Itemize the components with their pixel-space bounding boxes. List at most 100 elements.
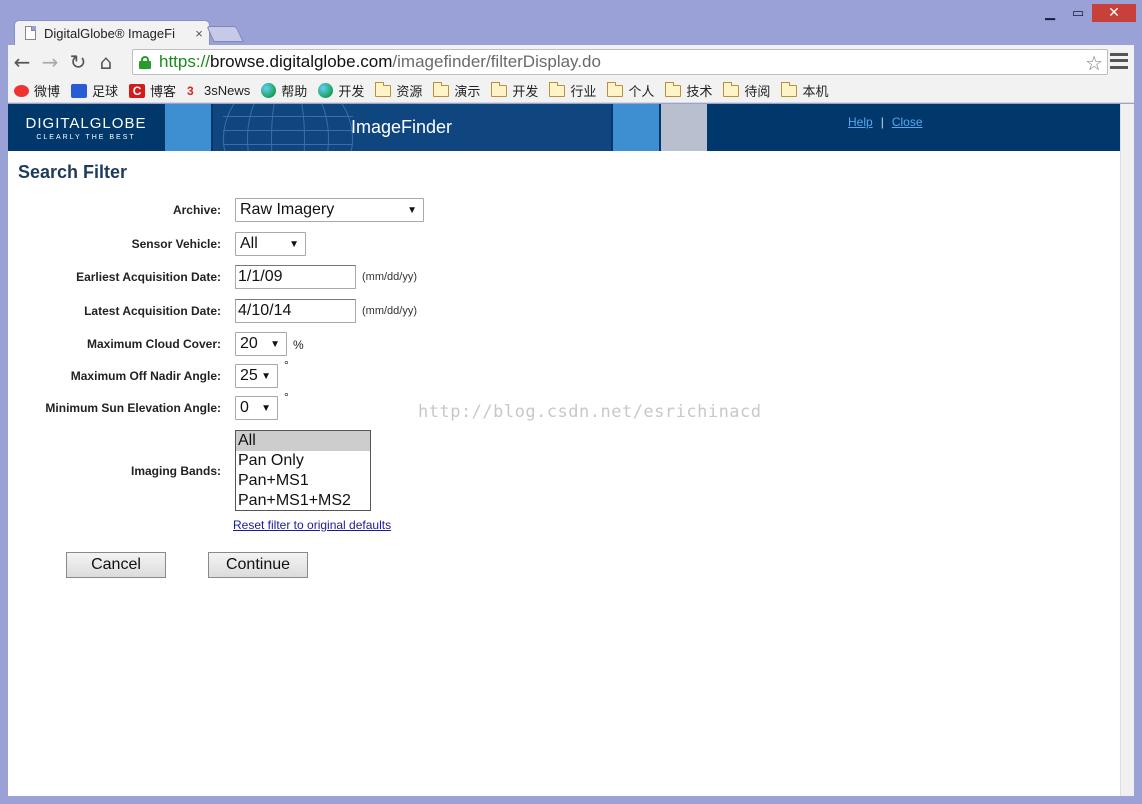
- sensor-select[interactable]: All ▼: [235, 232, 306, 256]
- imaging-bands-field: All Pan Only Pan+MS1 Pan+MS1+MS2: [235, 430, 371, 511]
- bookmark-label: 足球: [92, 84, 119, 99]
- link-separator: |: [880, 115, 884, 129]
- address-bar[interactable]: https://browse.digitalglobe.com/imagefin…: [132, 49, 1108, 75]
- bookmark-item[interactable]: 本机: [781, 81, 828, 100]
- help-link[interactable]: Help: [848, 115, 873, 129]
- bookmark-label: 3sNews: [204, 83, 251, 98]
- cloud-cover-label: Maximum Cloud Cover:: [86, 337, 221, 351]
- reload-icon[interactable]: ↻: [64, 48, 92, 76]
- dropdown-arrow-icon: ▼: [270, 339, 280, 350]
- close-link[interactable]: Close: [892, 115, 923, 129]
- bookmark-item[interactable]: 技术: [665, 81, 712, 100]
- home-icon[interactable]: ⌂: [92, 48, 120, 76]
- bookmark-label: 待阅: [744, 84, 771, 99]
- sun-elevation-select[interactable]: 0 ▼: [235, 396, 278, 420]
- sensor-value: All: [240, 235, 258, 252]
- paw-icon: [71, 83, 88, 98]
- folder-icon: [781, 81, 798, 97]
- folder-icon: [549, 81, 566, 97]
- archive-select[interactable]: Raw Imagery ▼: [235, 198, 424, 222]
- bookmark-item[interactable]: 3 3sNews: [187, 83, 250, 98]
- browser-toolbar: ← → ↻ ⌂ https://browse.digitalglobe.com /…: [8, 45, 1134, 79]
- off-nadir-row: Maximum Off Nadir Angle: 25 ▼ °: [8, 358, 1120, 388]
- bookmark-label: 个人: [628, 84, 655, 99]
- globe-icon: [318, 83, 334, 98]
- bookmark-item[interactable]: 演示: [433, 81, 480, 100]
- cloud-cover-select[interactable]: 20 ▼: [235, 332, 287, 356]
- c-icon: C: [129, 83, 146, 98]
- bookmark-item[interactable]: 待阅: [723, 81, 770, 100]
- latest-date-label: Latest Acquisition Date:: [84, 304, 221, 318]
- bookmark-item[interactable]: 足球: [71, 81, 118, 100]
- bookmark-item[interactable]: 资源: [375, 81, 422, 100]
- minimize-icon[interactable]: ▁: [1036, 4, 1064, 22]
- bookmark-item[interactable]: 帮助: [261, 81, 307, 100]
- bookmark-label: 本机: [802, 84, 829, 99]
- bookmark-label: 技术: [686, 84, 713, 99]
- app-title: ImageFinder: [351, 117, 453, 137]
- bookmark-item[interactable]: 微博: [14, 81, 60, 100]
- reset-filter-link[interactable]: Reset filter to original defaults: [233, 518, 391, 532]
- tab-close-icon[interactable]: ×: [189, 26, 209, 41]
- vertical-scrollbar[interactable]: [1120, 104, 1134, 796]
- archive-label: Archive:: [172, 203, 221, 217]
- bookmark-label: 开发: [512, 84, 539, 99]
- bookmark-star-icon[interactable]: ☆: [1085, 51, 1103, 76]
- off-nadir-select[interactable]: 25 ▼: [235, 364, 278, 388]
- site-banner: DIGITALGLOBE CLEARLY THE BEST ImageFinde…: [8, 104, 1120, 151]
- bookmark-item[interactable]: 开发: [318, 81, 364, 100]
- latest-date-row: Latest Acquisition Date: (mm/dd/yy): [8, 299, 1120, 323]
- 3s-icon: 3: [187, 83, 194, 98]
- back-arrow-icon[interactable]: ←: [8, 48, 36, 76]
- bookmark-item[interactable]: C 博客: [129, 81, 176, 100]
- cloud-cover-row: Maximum Cloud Cover: 20 ▼ %: [8, 332, 1120, 356]
- banner-title-panel: ImageFinder: [213, 104, 611, 151]
- folder-icon: [607, 81, 624, 97]
- continue-button[interactable]: Continue: [208, 552, 308, 578]
- page-title: Search Filter: [18, 162, 128, 182]
- bookmark-label: 资源: [396, 84, 423, 99]
- sun-elevation-label: Minimum Sun Elevation Angle:: [45, 401, 221, 415]
- earliest-date-row: Earliest Acquisition Date: (mm/dd/yy): [8, 265, 1120, 289]
- off-nadir-value: 25: [240, 367, 258, 384]
- window-controls: ▁ ▭ ✕: [1036, 4, 1136, 22]
- band-option[interactable]: Pan+MS1: [236, 471, 370, 491]
- digitalglobe-logo[interactable]: DIGITALGLOBE CLEARLY THE BEST: [8, 104, 164, 151]
- lock-icon: [139, 55, 151, 69]
- earliest-date-input[interactable]: [235, 265, 356, 289]
- page-icon: [25, 26, 36, 40]
- watermark-text: http://blog.csdn.net/esrichinacd: [418, 402, 762, 422]
- degree-unit: °: [284, 358, 289, 372]
- forward-arrow-icon[interactable]: →: [36, 48, 64, 76]
- bookmark-item[interactable]: 行业: [549, 81, 596, 100]
- weibo-icon: [14, 84, 29, 97]
- close-window-icon[interactable]: ✕: [1092, 4, 1136, 22]
- dropdown-arrow-icon: ▼: [407, 205, 417, 216]
- logo-text: DIGITALGLOBE: [25, 114, 147, 132]
- imaging-bands-listbox[interactable]: All Pan Only Pan+MS1 Pan+MS1+MS2: [235, 430, 371, 511]
- menu-icon[interactable]: [1110, 51, 1128, 71]
- bookmark-label: 行业: [570, 84, 597, 99]
- folder-icon: [723, 81, 740, 97]
- bookmark-item[interactable]: 开发: [491, 81, 538, 100]
- dropdown-arrow-icon: ▼: [261, 371, 271, 382]
- bookmark-label: 帮助: [281, 84, 308, 99]
- band-option[interactable]: All: [236, 431, 370, 451]
- bookmark-item[interactable]: 个人: [607, 81, 654, 100]
- band-option[interactable]: Pan Only: [236, 451, 370, 471]
- new-tab-button[interactable]: [206, 26, 244, 42]
- bookmark-label: 开发: [338, 84, 365, 99]
- page-content: DIGITALGLOBE CLEARLY THE BEST ImageFinde…: [8, 104, 1120, 796]
- tab-title: DigitalGlobe® ImageFi: [44, 25, 175, 41]
- cancel-button[interactable]: Cancel: [66, 552, 166, 578]
- maximize-icon[interactable]: ▭: [1064, 4, 1092, 22]
- latest-date-input[interactable]: [235, 299, 356, 323]
- archive-value: Raw Imagery: [240, 201, 335, 218]
- band-option[interactable]: Pan+MS1+MS2: [236, 491, 370, 511]
- dropdown-arrow-icon: ▼: [261, 403, 271, 414]
- browser-tab[interactable]: DigitalGlobe® ImageFi ×: [14, 20, 210, 45]
- url-scheme: https://: [159, 52, 211, 71]
- folder-icon: [433, 81, 450, 97]
- percent-unit: %: [293, 338, 304, 352]
- date-format-hint: (mm/dd/yy): [362, 305, 417, 317]
